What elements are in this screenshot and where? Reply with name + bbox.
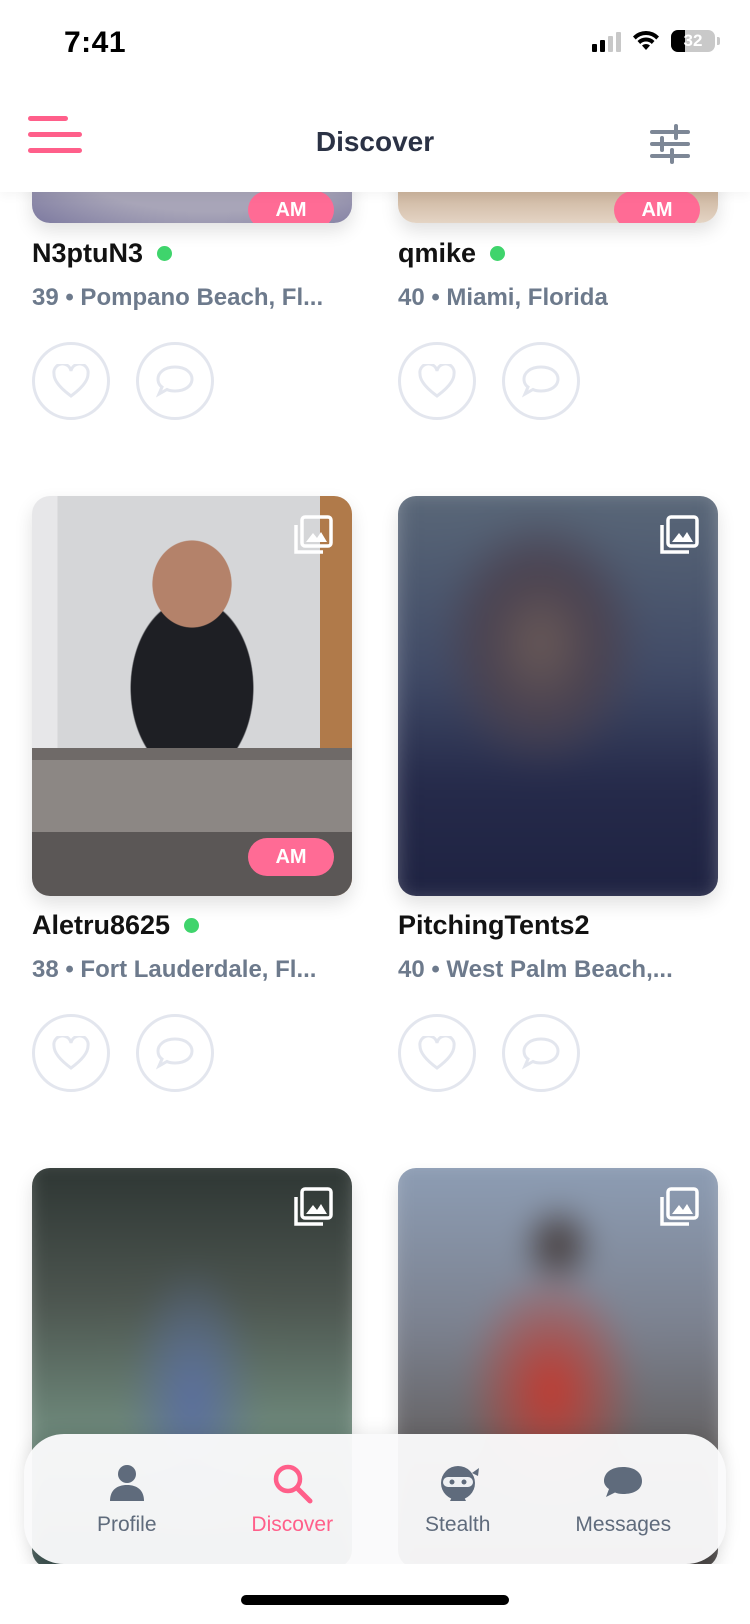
online-indicator [184, 918, 200, 933]
am-badge: AM [614, 191, 700, 223]
heart-icon [418, 1036, 456, 1070]
like-button[interactable] [398, 1014, 476, 1092]
person-icon [109, 1465, 144, 1501]
heart-icon [52, 364, 90, 398]
profile-photo[interactable]: AM [32, 496, 352, 896]
like-button[interactable] [32, 1014, 110, 1092]
username[interactable]: PitchingTents2 [398, 910, 590, 941]
online-indicator [157, 246, 173, 261]
like-button[interactable] [32, 342, 110, 420]
chat-bubble-icon [155, 1037, 194, 1070]
age-location: 38 • Fort Lauderdale, Fl... [32, 956, 317, 983]
bottom-safe-area [0, 1564, 750, 1624]
gallery-icon [660, 1187, 699, 1226]
page-title: Discover [315, 126, 435, 157]
wifi-icon [633, 30, 659, 50]
chat-bubble-icon [604, 1467, 643, 1497]
am-badge: AM [248, 191, 334, 223]
search-icon [274, 1464, 313, 1504]
filter-sliders-icon[interactable] [650, 124, 690, 164]
age-location: 40 • Miami, Florida [398, 284, 608, 311]
gallery-icon [294, 515, 333, 554]
message-button[interactable] [502, 1014, 580, 1092]
username[interactable]: N3ptuN3 [32, 238, 143, 269]
status-time: 7:41 [64, 26, 127, 59]
name-row: qmike [398, 238, 506, 269]
online-indicator [490, 246, 506, 261]
am-badge: AM [248, 838, 334, 876]
like-button[interactable] [398, 342, 476, 420]
heart-icon [418, 364, 456, 398]
username[interactable]: Aletru8625 [32, 910, 170, 941]
age-location: 40 • West Palm Beach,... [398, 956, 673, 983]
age-location: 39 • Pompano Beach, Fl... [32, 284, 324, 311]
tab-messages[interactable]: Messages [548, 1461, 698, 1537]
profile-photo[interactable] [398, 496, 718, 896]
cellular-signal-icon [592, 30, 621, 52]
message-button[interactable] [136, 342, 214, 420]
username[interactable]: qmike [398, 238, 476, 269]
name-row: Aletru8625 [32, 910, 200, 941]
heart-icon [52, 1036, 90, 1070]
ninja-icon [440, 1466, 479, 1501]
tab-label: Messages [575, 1513, 672, 1536]
home-indicator[interactable] [241, 1595, 509, 1605]
gallery-icon [294, 1187, 333, 1226]
bottom-tab-bar: Profile Discover Stealth Messages [24, 1434, 726, 1564]
menu-icon [28, 116, 68, 121]
status-bar: 7:41 32 [0, 0, 750, 92]
message-button[interactable] [502, 342, 580, 420]
chat-bubble-icon [155, 365, 194, 398]
tab-stealth[interactable]: Stealth [383, 1461, 533, 1537]
name-row: N3ptuN3 [32, 238, 173, 269]
chat-bubble-icon [521, 1037, 560, 1070]
chat-bubble-icon [521, 365, 560, 398]
battery-level: 32 [683, 31, 703, 50]
tab-label: Discover [251, 1513, 334, 1536]
status-icons: 32 [592, 30, 720, 52]
app-header: Discover [0, 92, 750, 192]
tab-profile[interactable]: Profile [52, 1461, 202, 1537]
tab-label: Profile [96, 1513, 157, 1536]
battery-icon: 32 [671, 30, 715, 52]
tab-label: Stealth [425, 1513, 491, 1536]
message-button[interactable] [136, 1014, 214, 1092]
tab-discover[interactable]: Discover [217, 1461, 367, 1537]
gallery-icon [660, 515, 699, 554]
name-row: PitchingTents2 [398, 910, 590, 941]
